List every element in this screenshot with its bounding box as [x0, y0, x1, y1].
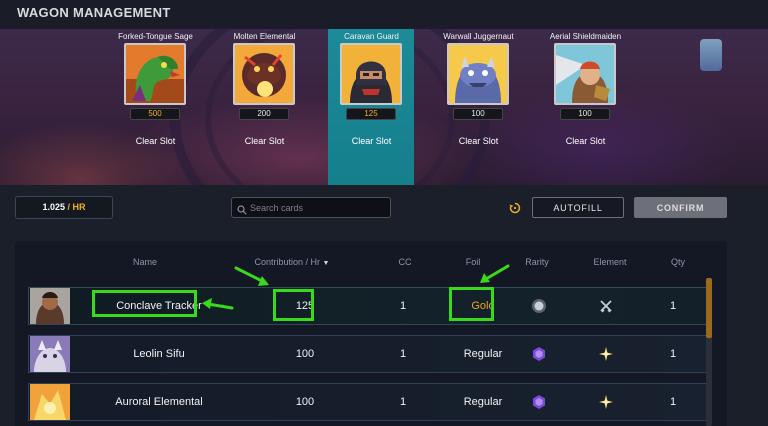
annotation-arrows	[202, 264, 510, 310]
